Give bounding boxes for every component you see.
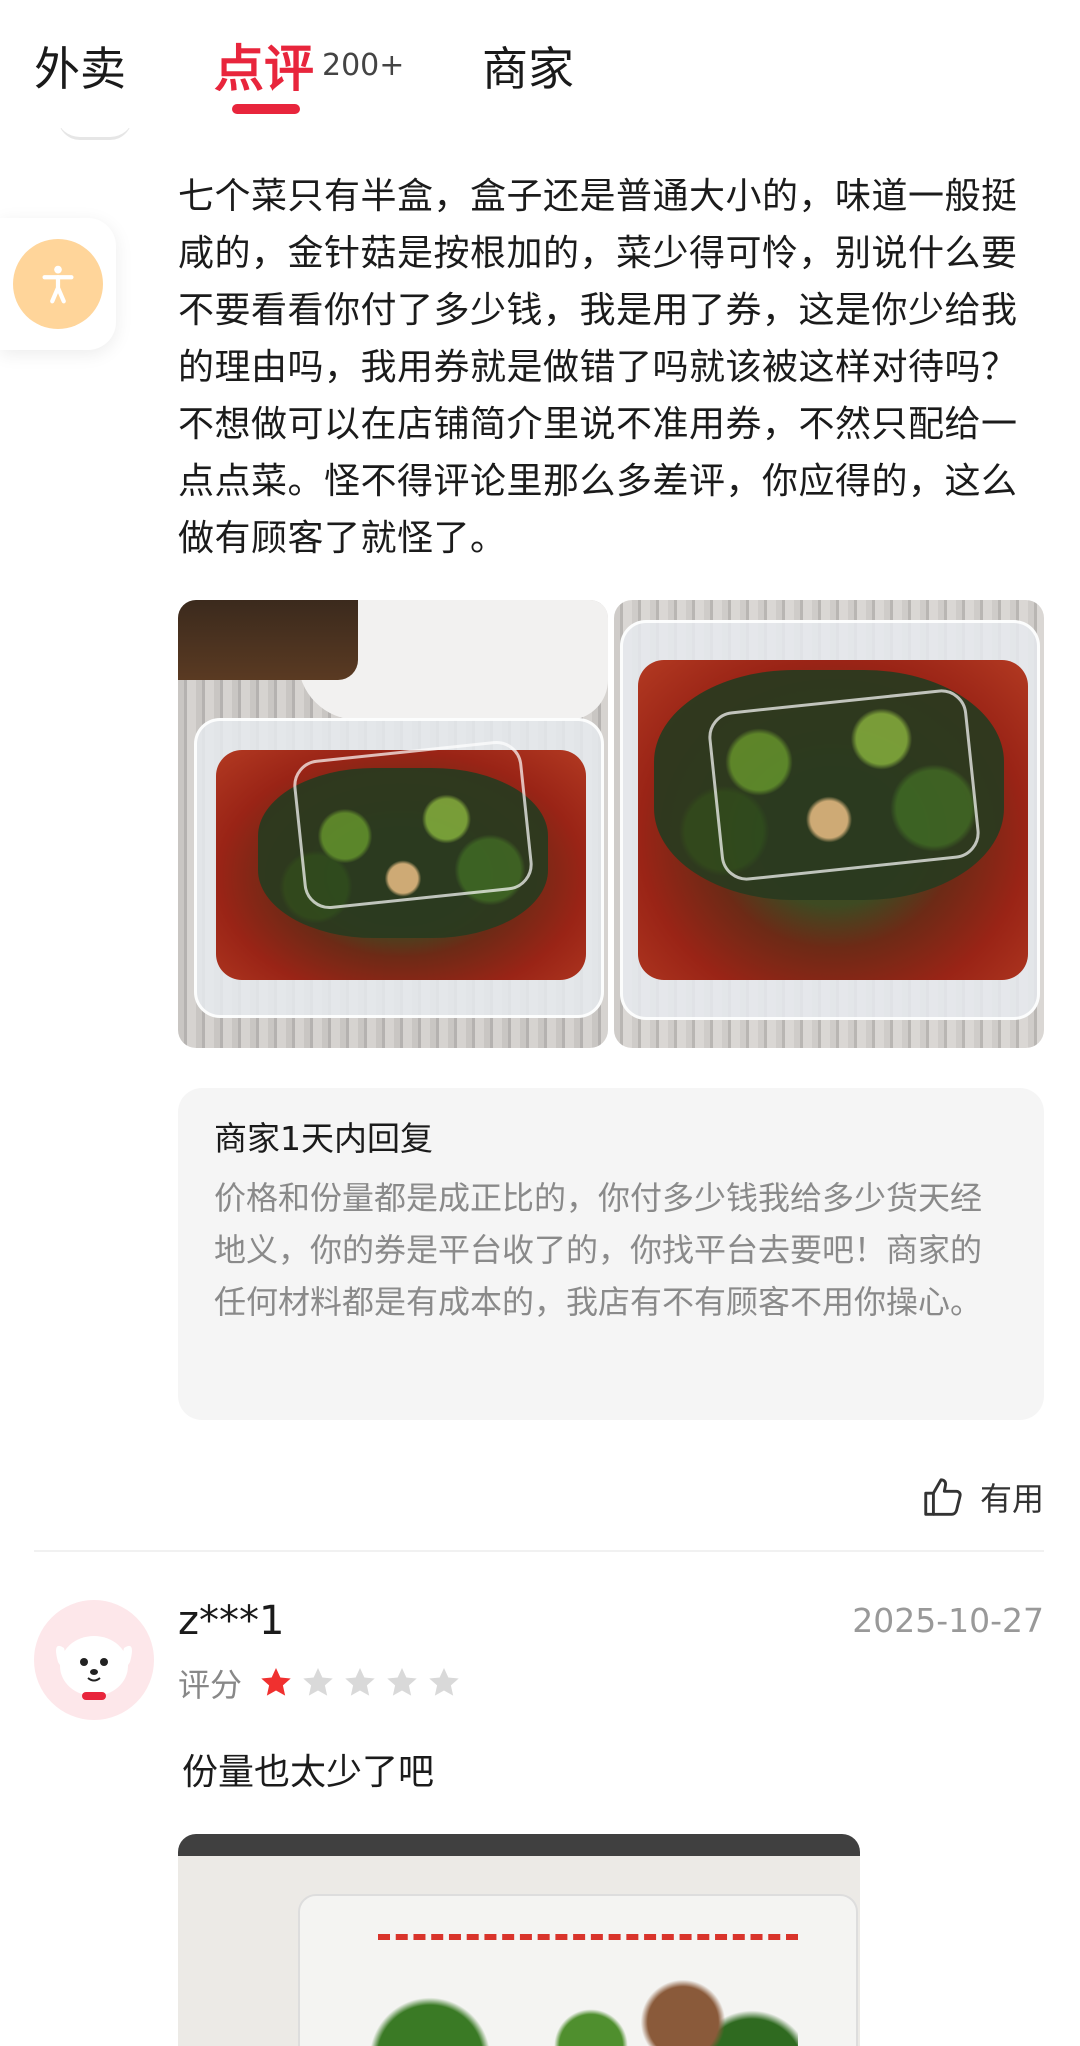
tab-dianping-count: 200+ — [322, 48, 405, 83]
star-filled-icon — [261, 1668, 291, 1696]
review-text: 份量也太少了吧 — [182, 1752, 435, 1793]
accessibility-button[interactable] — [13, 239, 103, 329]
review-divider — [34, 1550, 1044, 1552]
review-photo[interactable] — [178, 1834, 860, 2046]
accessibility-icon — [42, 265, 74, 304]
review-photo[interactable] — [614, 600, 1044, 1048]
avatar[interactable] — [34, 1600, 154, 1720]
dog-mascot-icon — [56, 1636, 132, 1700]
star-empty-icon — [345, 1668, 375, 1696]
tab-dianping[interactable]: 点评 — [214, 36, 314, 102]
review-text: 七个菜只有半盒，盒子还是普通大小的，味道一般挺咸的，金针菇是按根加的，菜少得可怜… — [178, 176, 1018, 559]
useful-label: 有用 — [979, 1480, 1044, 1518]
review-page: 外卖 点评 200+ 商家 七个菜只有半盒，盒子还是普通大小的，味道一般挺咸的，… — [0, 0, 1080, 2046]
active-tab-indicator — [232, 104, 300, 114]
review-username: z***1 — [178, 1598, 285, 1644]
review-date: 2025-10-27 — [852, 1601, 1044, 1640]
top-tab-bar: 外卖 点评 200+ 商家 — [0, 0, 1080, 128]
star-empty-icon — [387, 1668, 417, 1696]
accessibility-float — [0, 218, 116, 350]
star-empty-icon — [303, 1668, 333, 1696]
merchant-reply-text: 价格和份量都是成正比的，你付多少钱我给多少货天经地义，你的券是平台收了的，你找平… — [214, 1179, 983, 1321]
rating-stars — [258, 1665, 462, 1701]
merchant-reply-title: 商家1天内回复 — [214, 1119, 433, 1158]
tab-shangjia[interactable]: 商家 — [482, 36, 574, 102]
rating-label: 评分 — [178, 1666, 243, 1704]
useful-button[interactable]: 有用 — [920, 1474, 1044, 1520]
star-empty-icon — [429, 1668, 459, 1696]
review-rating: 评分 — [178, 1660, 462, 1706]
thumbs-up-icon — [924, 1478, 962, 1516]
merchant-reply: 商家1天内回复 价格和份量都是成正比的，你付多少钱我给多少货天经地义，你的券是平… — [178, 1088, 1044, 1420]
tab-waimai[interactable]: 外卖 — [34, 36, 126, 102]
review-photo[interactable] — [178, 600, 608, 1048]
